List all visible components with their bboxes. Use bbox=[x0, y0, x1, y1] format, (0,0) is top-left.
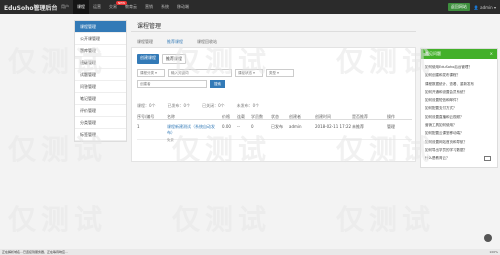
row-id: 1 bbox=[137, 124, 140, 129]
col-price: 价格 bbox=[222, 114, 230, 119]
col-recommend: 是否推荐 bbox=[352, 114, 368, 119]
nav-users[interactable]: 用户 bbox=[57, 0, 73, 14]
watermark: 仅测试 bbox=[8, 203, 108, 236]
col-creator: 创建者 bbox=[289, 114, 301, 119]
sidebar-item-tag[interactable]: 标签管理 bbox=[75, 129, 126, 141]
filter-form: 课程分类 ▾ 输入关键词 课程状态 ▾ 类型 ▾ 创建者 搜索 bbox=[137, 69, 352, 88]
stat-published: 已发布：0个 bbox=[167, 103, 191, 108]
help-item[interactable]: 营销工具如何使用？ bbox=[425, 123, 494, 128]
action-buttons: 创建课程 推荐课程 bbox=[137, 54, 186, 64]
browser-status-bar: 正在解析域名…已连接到服务器，正在等待响应… 100% bbox=[0, 249, 500, 255]
stat-total: 课程：0个 bbox=[137, 103, 156, 108]
sidebar-item-qa[interactable]: 问答管理 bbox=[75, 81, 126, 93]
tab-course-manage[interactable]: 课程管理 bbox=[137, 39, 153, 45]
sidebar-item-classroom[interactable]: 班级管理 bbox=[75, 57, 126, 69]
row-time: 2018-02-11 17:22 bbox=[315, 124, 352, 129]
help-item[interactable]: 如何创建和发布课程？ bbox=[425, 73, 494, 78]
col-id: 序号/编号 bbox=[137, 114, 155, 119]
status-text: 正在解析域名…已连接到服务器，正在等待响应… bbox=[2, 250, 69, 254]
mail-icon[interactable] bbox=[484, 156, 491, 161]
nav-operation[interactable]: 运营 bbox=[89, 0, 105, 14]
help-item[interactable]: 如何配置支付方式？ bbox=[425, 106, 494, 111]
top-right-area: 返回网站 👤 admin ▾ bbox=[447, 0, 496, 14]
help-item[interactable]: 课程数据统计、查看、重新发布 bbox=[425, 82, 494, 87]
zoom-level[interactable]: 100% bbox=[489, 249, 498, 255]
recommend-course-button[interactable]: 推荐课程 bbox=[162, 54, 186, 64]
close-icon[interactable]: × bbox=[490, 51, 493, 57]
help-panel: 常见问题 × 如何使用EduSoho后台管理？ 如何创建和发布课程？ 课程数据统… bbox=[420, 48, 498, 168]
new-badge: NEW bbox=[116, 1, 128, 5]
user-icon: 👤 bbox=[473, 4, 479, 10]
watermark: 仅测试 bbox=[336, 203, 436, 236]
create-course-button[interactable]: 创建课程 bbox=[137, 54, 159, 64]
row-manage-button[interactable]: 管理 bbox=[387, 124, 395, 130]
col-name: 名称 bbox=[167, 114, 175, 119]
top-navbar: EduSoho管理后台 用户 课程 运营 交易 教育云 营销 系统 移动端 NE… bbox=[0, 0, 500, 14]
help-item[interactable]: 如何配置云课堂移动端？ bbox=[425, 131, 494, 136]
col-time: 创建时间 bbox=[315, 114, 331, 119]
sidebar: 课程管理 公开课管理 题库管理 班级管理 试题管理 问答管理 笔记管理 评价管理… bbox=[74, 20, 127, 142]
keyword-input[interactable]: 输入关键词 bbox=[168, 69, 232, 77]
creator-input[interactable]: 创建者 bbox=[137, 80, 207, 88]
row-price: 0.00 bbox=[222, 124, 231, 129]
main-content: 课程管理 课程管理 推荐课程 课程回收站 创建课程 推荐课程 课程分类 ▾ 输入… bbox=[131, 16, 416, 166]
stat-closed: 已关闭：0个 bbox=[202, 103, 225, 108]
nav-marketing[interactable]: 营销 bbox=[141, 0, 157, 14]
stat-unpublished: 未发布：0个 bbox=[236, 103, 260, 108]
tab-bar: 课程管理 推荐课程 课程回收站 bbox=[137, 39, 217, 45]
course-stats: 课程：0个 已发布：0个 已关闭：0个 未发布：0个 bbox=[137, 103, 259, 109]
sidebar-item-question-bank[interactable]: 题库管理 bbox=[75, 45, 126, 57]
type-select[interactable]: 类型 ▾ bbox=[266, 69, 294, 77]
table-row: 1 课程新建测试（系统自动发布） 免费 0.00 -- 0 已发布 admin … bbox=[137, 122, 412, 142]
user-menu[interactable]: 👤 admin ▾ bbox=[474, 5, 496, 10]
nav-system[interactable]: 系统 bbox=[157, 0, 173, 14]
sidebar-item-review[interactable]: 评价管理 bbox=[75, 105, 126, 117]
help-item[interactable]: 如何使用EduSoho后台管理？ bbox=[425, 65, 494, 70]
help-item[interactable]: 如何开通和设置会员系统？ bbox=[425, 90, 494, 95]
username: admin bbox=[480, 4, 493, 10]
help-item[interactable]: 如何设置短信和邮件？ bbox=[425, 98, 494, 103]
sidebar-item-testpaper[interactable]: 试题管理 bbox=[75, 69, 126, 81]
col-op: 操作 bbox=[387, 114, 395, 119]
watermark: 仅测试 bbox=[172, 203, 272, 236]
help-item[interactable]: 如何设置直播和云视频？ bbox=[425, 115, 494, 120]
col-status: 状态 bbox=[271, 114, 279, 119]
row-serial: -- bbox=[237, 124, 240, 129]
row-name-cell: 课程新建测试（系统自动发布） 免费 bbox=[167, 124, 219, 142]
category-select[interactable]: 课程分类 ▾ bbox=[137, 69, 165, 77]
chevron-down-icon: ▾ bbox=[493, 4, 496, 10]
help-title: 常见问题 bbox=[425, 51, 441, 56]
help-item[interactable]: 如何设置网站首页和导航？ bbox=[425, 140, 494, 145]
page-title: 课程管理 bbox=[137, 23, 162, 30]
divider bbox=[131, 31, 416, 32]
download-button[interactable] bbox=[484, 234, 492, 242]
table-header: 序号/编号 名称 价格 连载 学员数 状态 创建者 创建时间 是否推荐 操作 bbox=[137, 112, 412, 120]
sidebar-item-notes[interactable]: 笔记管理 bbox=[75, 93, 126, 105]
course-panel: 创建课程 推荐课程 课程分类 ▾ 输入关键词 课程状态 ▾ 类型 ▾ 创建者 搜… bbox=[131, 47, 416, 162]
status-select[interactable]: 课程状态 ▾ bbox=[235, 69, 263, 77]
col-serial: 连载 bbox=[237, 114, 245, 119]
search-button[interactable]: 搜索 bbox=[210, 80, 225, 88]
brand-logo[interactable]: EduSoho管理后台 bbox=[4, 3, 58, 12]
nav-mobile[interactable]: 移动端 bbox=[173, 0, 193, 14]
tab-recycle[interactable]: 课程回收站 bbox=[197, 39, 217, 45]
help-list: 如何使用EduSoho后台管理？ 如何创建和发布课程？ 课程数据统计、查看、重新… bbox=[421, 59, 497, 161]
nav-courses[interactable]: 课程 bbox=[73, 0, 89, 14]
sidebar-item-open-course[interactable]: 公开课管理 bbox=[75, 33, 126, 45]
course-price-tag: 免费 bbox=[167, 138, 174, 142]
help-item[interactable]: 如何导出学员的学习数据？ bbox=[425, 148, 494, 153]
help-header: 常见问题 × bbox=[421, 49, 497, 59]
sidebar-item-course[interactable]: 课程管理 bbox=[75, 21, 126, 33]
row-creator[interactable]: admin bbox=[289, 124, 302, 129]
row-students: 0 bbox=[251, 124, 254, 129]
row-recommend: 未推荐 bbox=[352, 124, 364, 129]
sidebar-item-category[interactable]: 分类管理 bbox=[75, 117, 126, 129]
return-site-button[interactable]: 返回网站 bbox=[447, 3, 470, 11]
course-title-link[interactable]: 课程新建测试（系统自动发布） bbox=[167, 124, 215, 135]
col-students: 学员数 bbox=[251, 114, 263, 119]
row-status: 已发布 bbox=[271, 124, 283, 129]
tab-recommended[interactable]: 推荐课程 bbox=[167, 39, 183, 45]
